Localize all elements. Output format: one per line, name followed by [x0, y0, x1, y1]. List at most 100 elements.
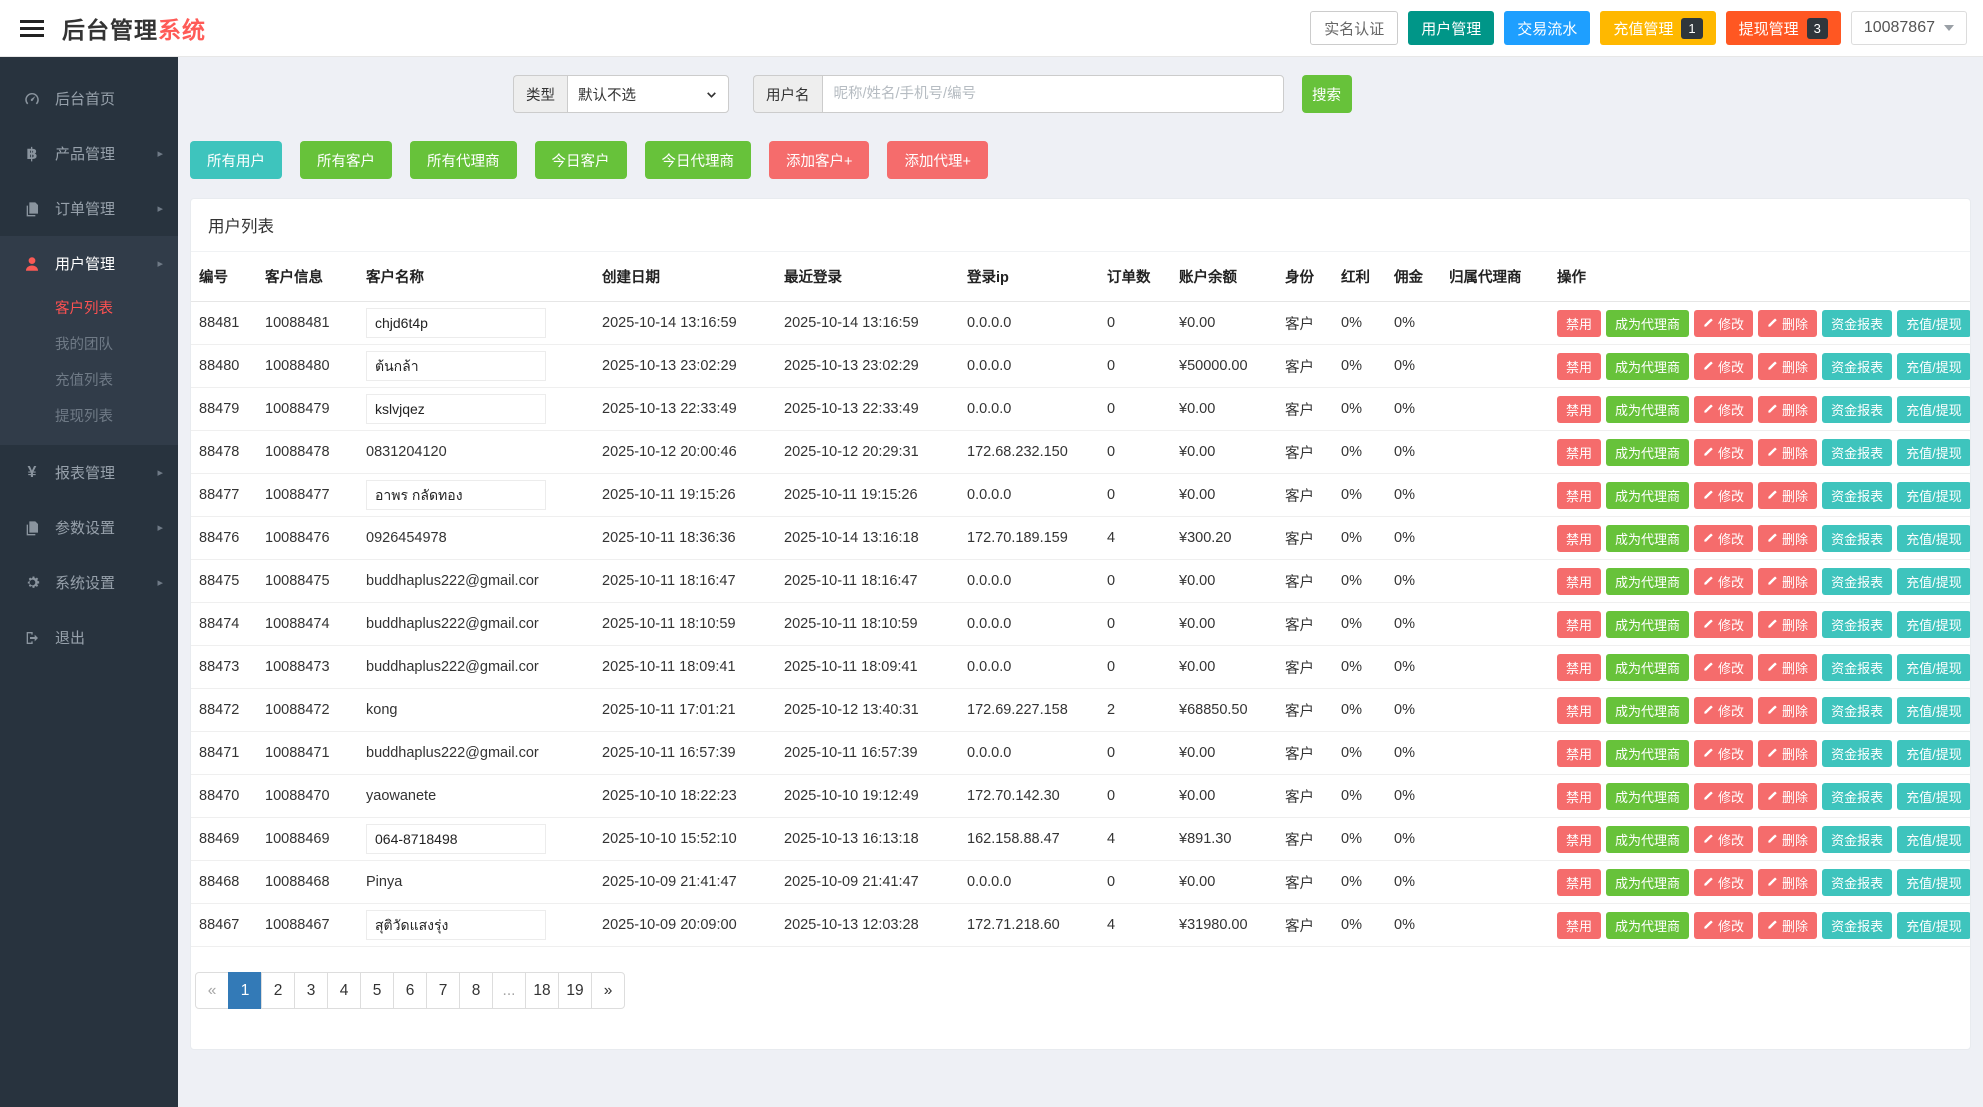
recharge-withdraw-button[interactable]: 充值/提现 — [1897, 610, 1970, 638]
edit-button[interactable]: 修改 — [1694, 481, 1754, 509]
recharge-withdraw-button[interactable]: 充值/提现 — [1897, 524, 1970, 552]
real-name-auth-button[interactable]: 实名认证 — [1310, 11, 1399, 45]
disable-button[interactable]: 禁用 — [1557, 567, 1602, 595]
withdraw-manage-button[interactable]: 提现管理 3 — [1725, 11, 1841, 45]
delete-button[interactable]: 删除 — [1758, 438, 1818, 466]
page-19-button[interactable]: 19 — [558, 972, 592, 1009]
recharge-withdraw-button[interactable]: 充值/提现 — [1897, 911, 1970, 939]
become-agent-button[interactable]: 成为代理商 — [1606, 696, 1690, 724]
disable-button[interactable]: 禁用 — [1557, 911, 1602, 939]
delete-button[interactable]: 删除 — [1758, 696, 1818, 724]
delete-button[interactable]: 删除 — [1758, 524, 1818, 552]
edit-button[interactable]: 修改 — [1694, 696, 1754, 724]
recharge-withdraw-button[interactable]: 充值/提现 — [1897, 739, 1970, 767]
page-18-button[interactable]: 18 — [525, 972, 559, 1009]
funds-report-button[interactable]: 资金报表 — [1822, 911, 1893, 939]
become-agent-button[interactable]: 成为代理商 — [1606, 567, 1690, 595]
customer-name-input[interactable]: ต้นกล้า — [366, 351, 546, 381]
delete-button[interactable]: 删除 — [1758, 352, 1818, 380]
recharge-withdraw-button[interactable]: 充值/提现 — [1897, 309, 1970, 337]
recharge-withdraw-button[interactable]: 充值/提现 — [1897, 825, 1970, 853]
become-agent-button[interactable]: 成为代理商 — [1606, 610, 1690, 638]
delete-button[interactable]: 删除 — [1758, 782, 1818, 810]
disable-button[interactable]: 禁用 — [1557, 868, 1602, 896]
funds-report-button[interactable]: 资金报表 — [1822, 309, 1893, 337]
customer-name-input[interactable]: สุติวัดแสงรุ่ง — [366, 910, 546, 940]
recharge-withdraw-button[interactable]: 充值/提现 — [1897, 567, 1970, 595]
edit-button[interactable]: 修改 — [1694, 567, 1754, 595]
sidebar-item-system[interactable]: 系统设置 ▸ — [0, 555, 178, 610]
become-agent-button[interactable]: 成为代理商 — [1606, 825, 1690, 853]
all-customers-button[interactable]: 所有客户 — [300, 141, 392, 179]
all-users-button[interactable]: 所有用户 — [190, 141, 282, 179]
recharge-withdraw-button[interactable]: 充值/提现 — [1897, 782, 1970, 810]
disable-button[interactable]: 禁用 — [1557, 825, 1602, 853]
type-select[interactable]: 默认不选 — [567, 75, 729, 113]
funds-report-button[interactable]: 资金报表 — [1822, 782, 1893, 810]
delete-button[interactable]: 删除 — [1758, 567, 1818, 595]
funds-report-button[interactable]: 资金报表 — [1822, 610, 1893, 638]
delete-button[interactable]: 删除 — [1758, 911, 1818, 939]
funds-report-button[interactable]: 资金报表 — [1822, 696, 1893, 724]
funds-report-button[interactable]: 资金报表 — [1822, 825, 1893, 853]
disable-button[interactable]: 禁用 — [1557, 395, 1602, 423]
edit-button[interactable]: 修改 — [1694, 309, 1754, 337]
become-agent-button[interactable]: 成为代理商 — [1606, 481, 1690, 509]
recharge-withdraw-button[interactable]: 充值/提现 — [1897, 653, 1970, 681]
user-id-dropdown[interactable]: 10087867 — [1850, 11, 1967, 45]
customer-name-input[interactable]: 064-8718498 — [366, 824, 546, 854]
sidebar-subitem-recharge-list[interactable]: 充值列表 — [0, 363, 178, 399]
hamburger-menu-icon[interactable] — [20, 16, 44, 41]
delete-button[interactable]: 删除 — [1758, 653, 1818, 681]
edit-button[interactable]: 修改 — [1694, 352, 1754, 380]
disable-button[interactable]: 禁用 — [1557, 739, 1602, 767]
funds-report-button[interactable]: 资金报表 — [1822, 481, 1893, 509]
page-4-button[interactable]: 4 — [327, 972, 361, 1009]
edit-button[interactable]: 修改 — [1694, 825, 1754, 853]
sidebar-item-params[interactable]: 参数设置 ▸ — [0, 500, 178, 555]
sidebar-item-product[interactable]: ฿ 产品管理 ▸ — [0, 126, 178, 181]
add-agent-button[interactable]: 添加代理+ — [887, 141, 988, 179]
become-agent-button[interactable]: 成为代理商 — [1606, 309, 1690, 337]
edit-button[interactable]: 修改 — [1694, 524, 1754, 552]
delete-button[interactable]: 删除 — [1758, 825, 1818, 853]
page-8-button[interactable]: 8 — [459, 972, 493, 1009]
recharge-withdraw-button[interactable]: 充值/提现 — [1897, 696, 1970, 724]
all-agents-button[interactable]: 所有代理商 — [410, 141, 517, 179]
customer-name-input[interactable]: อาพร กลัดทอง — [366, 480, 546, 510]
become-agent-button[interactable]: 成为代理商 — [1606, 438, 1690, 466]
page-7-button[interactable]: 7 — [426, 972, 460, 1009]
delete-button[interactable]: 删除 — [1758, 868, 1818, 896]
page-1-button[interactable]: 1 — [228, 972, 262, 1009]
disable-button[interactable]: 禁用 — [1557, 610, 1602, 638]
edit-button[interactable]: 修改 — [1694, 868, 1754, 896]
funds-report-button[interactable]: 资金报表 — [1822, 567, 1893, 595]
edit-button[interactable]: 修改 — [1694, 782, 1754, 810]
search-button[interactable]: 搜索 — [1301, 75, 1352, 113]
edit-button[interactable]: 修改 — [1694, 395, 1754, 423]
delete-button[interactable]: 删除 — [1758, 309, 1818, 337]
recharge-withdraw-button[interactable]: 充值/提现 — [1897, 481, 1970, 509]
sidebar-item-users[interactable]: 用户管理 ▸ — [0, 236, 178, 291]
delete-button[interactable]: 删除 — [1758, 481, 1818, 509]
customer-name-input[interactable]: chjd6t4p — [366, 308, 546, 338]
disable-button[interactable]: 禁用 — [1557, 524, 1602, 552]
sidebar-item-logout[interactable]: 退出 — [0, 610, 178, 665]
funds-report-button[interactable]: 资金报表 — [1822, 868, 1893, 896]
sidebar-item-home[interactable]: 后台首页 — [0, 71, 178, 126]
edit-button[interactable]: 修改 — [1694, 739, 1754, 767]
sidebar-item-orders[interactable]: 订单管理 ▸ — [0, 181, 178, 236]
disable-button[interactable]: 禁用 — [1557, 782, 1602, 810]
edit-button[interactable]: 修改 — [1694, 438, 1754, 466]
funds-report-button[interactable]: 资金报表 — [1822, 395, 1893, 423]
disable-button[interactable]: 禁用 — [1557, 438, 1602, 466]
today-agents-button[interactable]: 今日代理商 — [644, 141, 751, 179]
edit-button[interactable]: 修改 — [1694, 653, 1754, 681]
today-customers-button[interactable]: 今日客户 — [534, 141, 627, 179]
recharge-manage-button[interactable]: 充值管理 1 — [1600, 11, 1716, 45]
become-agent-button[interactable]: 成为代理商 — [1606, 395, 1690, 423]
become-agent-button[interactable]: 成为代理商 — [1606, 524, 1690, 552]
become-agent-button[interactable]: 成为代理商 — [1606, 739, 1690, 767]
recharge-withdraw-button[interactable]: 充值/提现 — [1897, 395, 1970, 423]
funds-report-button[interactable]: 资金报表 — [1822, 438, 1893, 466]
